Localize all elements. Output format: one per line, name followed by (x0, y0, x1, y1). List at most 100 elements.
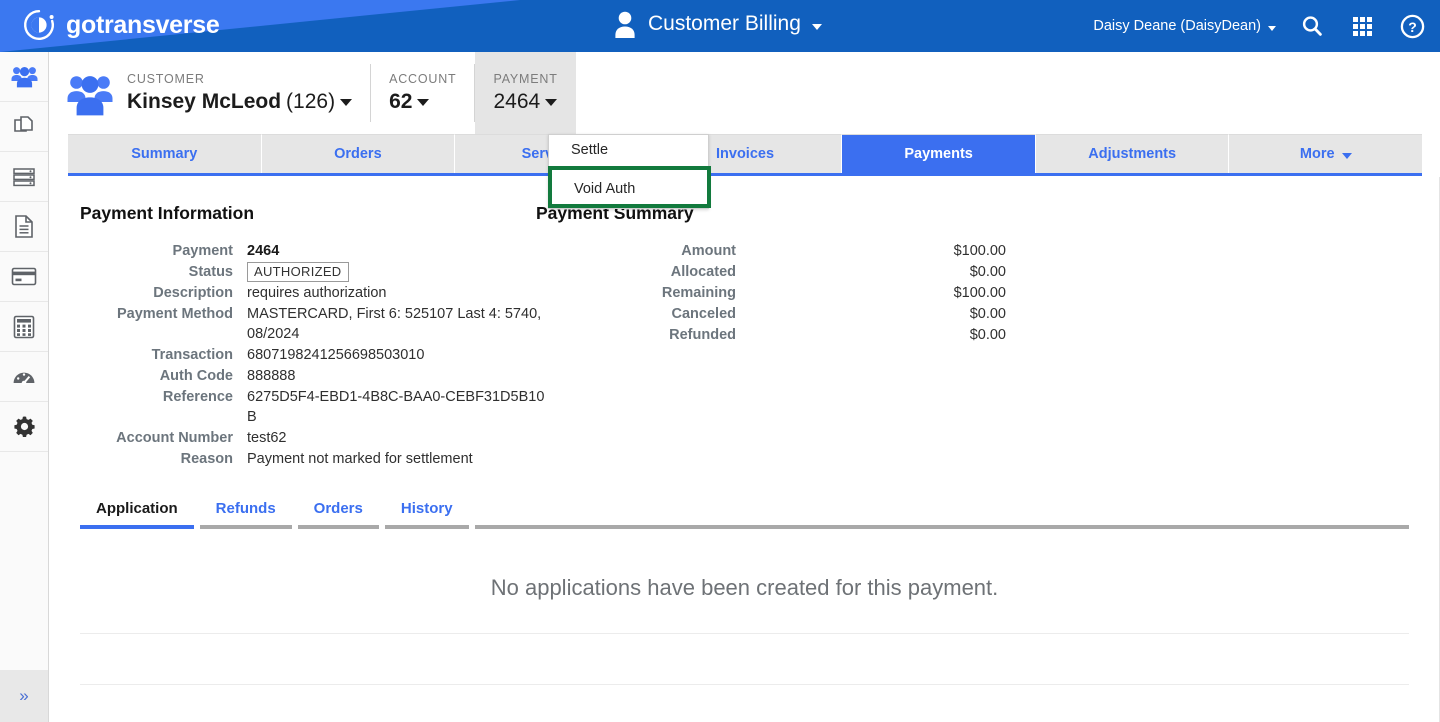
empty-state-message: No applications have been created for th… (490, 575, 999, 600)
sidebar-item-servers[interactable] (0, 152, 48, 202)
chevron-down-icon (545, 98, 558, 106)
user-menu[interactable]: Daisy Deane (DaisyDean) (1093, 18, 1276, 34)
payment-number: 2464 (493, 90, 541, 113)
user-avatar-icon (615, 11, 635, 38)
row-key: Description (153, 285, 233, 301)
context-payment-value: 2464 (493, 90, 558, 114)
sidebar-item-documents[interactable] (0, 102, 48, 152)
row-value: 6807198241256698503010 (247, 347, 425, 363)
tab-orders[interactable]: Orders (261, 134, 456, 173)
row-key: Payment Method (116, 306, 233, 322)
sidebar-item-calculator[interactable] (0, 302, 48, 352)
gotransverse-circle-logo-icon (24, 10, 54, 40)
sidebar-item-payments[interactable] (0, 252, 48, 302)
sidebar-item-document[interactable] (0, 202, 48, 252)
row-value: Payment not marked for settlement (247, 451, 473, 467)
payment-actions-dropdown: Settle Void Auth (548, 134, 711, 209)
context-breadcrumb-bar: CUSTOMER Kinsey McLeod (126) ACCOUNT 62 … (49, 52, 1440, 134)
row-value: $100.00 (953, 285, 1006, 301)
row-key: Amount (681, 243, 736, 259)
gear-settings-icon (13, 416, 35, 437)
context-customer-label: CUSTOMER (127, 72, 205, 86)
apps-grid-button[interactable] (1348, 12, 1376, 40)
context-account-value: 62 (389, 90, 456, 114)
tab-label: Payments (904, 146, 973, 162)
row-value: requires authorization (247, 285, 387, 301)
tab-summary[interactable]: Summary (68, 134, 262, 173)
payment-information-table: Payment 2464 Status AUTHORIZED Descripti… (80, 241, 550, 470)
dropdown-item-void-auth[interactable]: Void Auth (548, 166, 711, 208)
main-tab-bar: Summary Orders Services Invoices Payment… (68, 134, 1423, 176)
left-sidebar: » (0, 52, 49, 722)
row-value: $0.00 (969, 264, 1006, 280)
row-value: 888888 (247, 368, 296, 384)
apps-grid-icon (1352, 16, 1372, 36)
brand-name: gotransverse (66, 11, 220, 39)
tab-label: More (1299, 146, 1335, 162)
context-customer-value: Kinsey McLeod (126) (127, 90, 353, 114)
customer-group-icon (67, 76, 113, 116)
row-value: $0.00 (969, 306, 1006, 322)
row-key: Refunded (669, 327, 736, 343)
tab-adjustments[interactable]: Adjustments (1035, 134, 1230, 173)
subtab-label: Refunds (215, 500, 276, 517)
search-button[interactable] (1298, 12, 1326, 40)
row-key: Reason (180, 451, 233, 467)
row-value: MASTERCARD, First 6: 525107 Last 4: 5740… (247, 306, 542, 342)
table-row: Refunded $0.00 (536, 325, 1006, 346)
document-text-icon (15, 215, 33, 238)
customers-people-icon (11, 66, 37, 87)
subtab-underline-filler (474, 525, 1409, 529)
row-key: Allocated (670, 264, 736, 280)
subtab-label: Orders (313, 500, 363, 517)
row-key: Reference (162, 389, 233, 405)
app-title-text: Customer Billing (648, 12, 801, 35)
subtab-label: History (400, 500, 453, 517)
double-chevron-right-icon: » (19, 686, 29, 705)
row-value: 6275D5F4-EBD1-4B8C-BAA0-CEBF31D5B10B (247, 389, 545, 425)
subtab-refunds[interactable]: Refunds (199, 500, 292, 529)
main-content-area: Payment Information Payment 2464 Status … (49, 177, 1440, 722)
table-row: Remaining $100.00 (536, 283, 1006, 304)
row-key: Account Number (116, 430, 233, 446)
customer-name: Kinsey McLeod (127, 90, 282, 113)
row-key: Payment (172, 243, 233, 259)
subtab-history[interactable]: History (384, 500, 469, 529)
brand-logo-area[interactable]: gotransverse (22, 8, 220, 42)
chevron-down-icon (1268, 25, 1276, 31)
status-badge: AUTHORIZED (247, 262, 349, 282)
tab-label: Adjustments (1088, 146, 1177, 162)
payment-information-title: Payment Information (80, 203, 255, 223)
row-key: Auth Code (159, 368, 233, 384)
chevron-down-icon (811, 23, 822, 30)
row-key: Remaining (661, 285, 736, 301)
sidebar-expand-button[interactable]: » (0, 670, 48, 722)
context-customer[interactable]: CUSTOMER Kinsey McLeod (126) (49, 52, 370, 134)
app-title-dropdown[interactable]: Customer Billing (612, 9, 822, 39)
table-row: Description requires authorization (80, 283, 550, 304)
sidebar-item-dashboard[interactable] (0, 352, 48, 402)
user-name-label: Daisy Deane (DaisyDean) (1093, 18, 1261, 34)
subtab-application[interactable]: Application (80, 500, 194, 529)
application-empty-state: No applications have been created for th… (80, 543, 1409, 634)
row-value: AUTHORIZED (247, 262, 550, 283)
table-row: Account Number test62 (80, 428, 550, 449)
context-payment[interactable]: PAYMENT 2464 (475, 52, 576, 134)
table-row: Status AUTHORIZED (80, 262, 550, 283)
subtab-orders[interactable]: Orders (297, 500, 379, 529)
dropdown-item-settle[interactable]: Settle (549, 135, 708, 166)
row-value: 2464 (247, 243, 280, 259)
tab-payments[interactable]: Payments (842, 134, 1036, 173)
dashboard-gauge-icon (13, 372, 35, 385)
credit-card-icon (11, 267, 37, 286)
sidebar-item-customers[interactable] (0, 52, 48, 102)
payment-sub-tab-bar: Application Refunds Orders History (80, 500, 1409, 529)
help-button[interactable]: ? (1398, 12, 1426, 40)
header-right-actions: Daisy Deane (DaisyDean) ? (1093, 0, 1426, 52)
context-payment-label: PAYMENT (493, 72, 558, 86)
sidebar-item-settings[interactable] (0, 402, 48, 452)
context-account[interactable]: ACCOUNT 62 (371, 52, 474, 134)
tab-more[interactable]: More (1229, 134, 1423, 173)
tab-label: Summary (131, 146, 198, 162)
payment-summary-table: Amount $100.00 Allocated $0.00 Remaining… (536, 241, 1006, 346)
